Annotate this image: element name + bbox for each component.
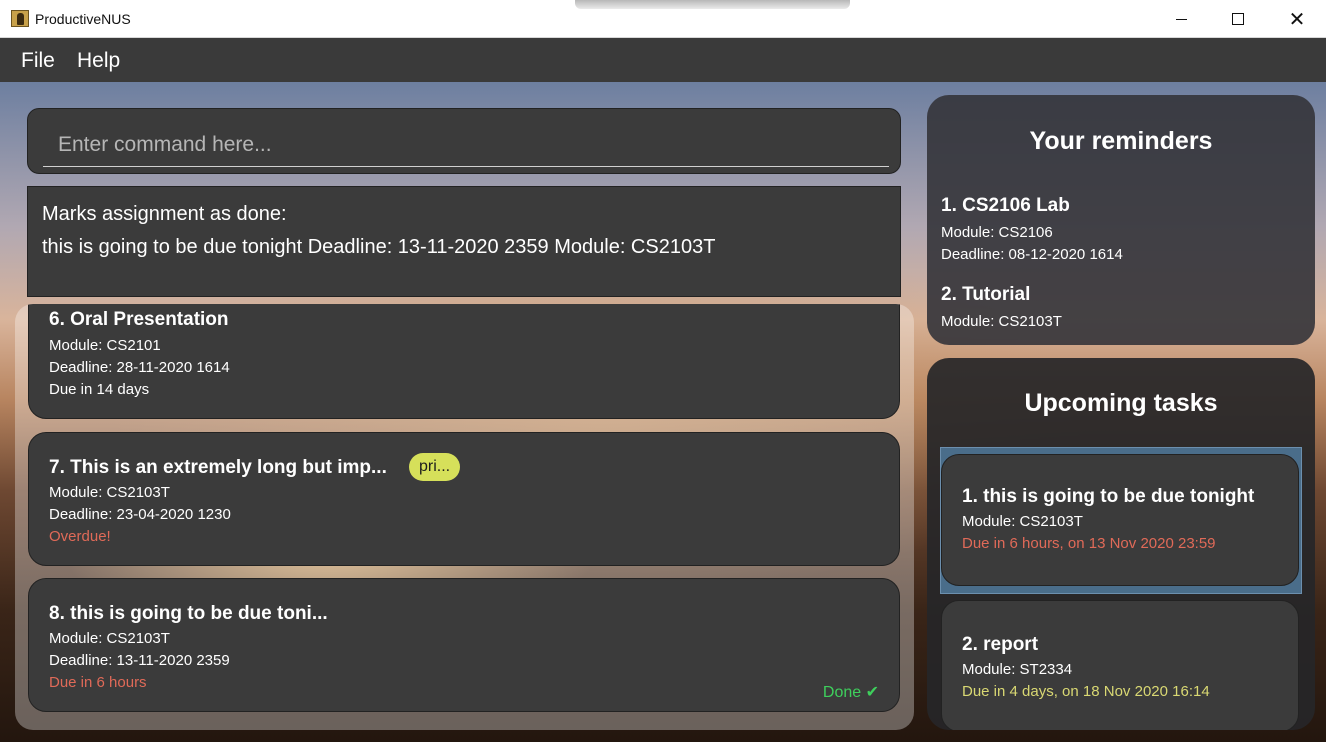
task-status: Due in 14 days xyxy=(49,381,150,398)
close-button[interactable]: ✕ xyxy=(1268,0,1326,38)
upcoming-task-module: Module: CS2103T xyxy=(962,513,1083,530)
task-card[interactable]: 6. Oral Presentation Module: CS2101 Dead… xyxy=(28,304,900,419)
reminder-deadline: Deadline: 08-12-2020 1614 xyxy=(941,246,1123,263)
menu-help[interactable]: Help xyxy=(77,49,120,73)
task-title: 6. Oral Presentation xyxy=(49,309,229,330)
window-shadow xyxy=(575,0,850,9)
maximize-icon xyxy=(1232,13,1244,25)
task-status: Overdue! xyxy=(49,528,111,545)
task-card[interactable]: 7. This is an extremely long but imp... … xyxy=(28,432,900,566)
app-icon xyxy=(11,10,29,27)
reminder-title: 2. Tutorial xyxy=(941,284,1031,305)
task-module: Module: CS2103T xyxy=(49,484,170,501)
task-deadline: Deadline: 13-11-2020 2359 xyxy=(49,652,230,669)
menu-file[interactable]: File xyxy=(21,49,55,73)
task-list: 6. Oral Presentation Module: CS2101 Dead… xyxy=(15,304,914,730)
maximize-button[interactable] xyxy=(1209,0,1267,38)
reminders-title: Your reminders xyxy=(1029,127,1213,155)
upcoming-tasks-panel: Upcoming tasks 1. this is going to be du… xyxy=(927,358,1315,730)
minimize-icon xyxy=(1175,18,1187,20)
upcoming-task-title: 1. this is going to be due tonight xyxy=(962,486,1255,507)
upcoming-task-due: Due in 4 days, on 18 Nov 2020 16:14 xyxy=(962,683,1210,700)
reminder-module: Module: CS2106 xyxy=(941,224,1053,241)
upcoming-card[interactable]: 1. this is going to be due tonight Modul… xyxy=(941,454,1299,586)
task-list-panel[interactable]: 6. Oral Presentation Module: CS2101 Dead… xyxy=(15,304,914,730)
command-input[interactable] xyxy=(43,123,889,167)
upcoming-title: Upcoming tasks xyxy=(1024,389,1218,417)
task-deadline: Deadline: 28-11-2020 1614 xyxy=(49,359,230,376)
reminders-panel: Your reminders 1. CS2106 Lab Module: CS2… xyxy=(927,95,1315,345)
title-bar: ProductiveNUS ✕ xyxy=(0,0,1326,38)
upcoming-card[interactable]: 2. report Module: ST2334 Due in 4 days, … xyxy=(941,600,1299,730)
task-title: 7. This is an extremely long but imp... xyxy=(49,457,387,478)
reminder-module: Module: CS2103T xyxy=(941,313,1062,330)
upcoming-task-module: Module: ST2334 xyxy=(962,661,1073,678)
task-status: Due in 6 hours xyxy=(49,674,147,691)
upcoming-task-due: Due in 6 hours, on 13 Nov 2020 23:59 xyxy=(962,535,1216,552)
upcoming-task-title: 2. report xyxy=(962,634,1039,655)
menu-bar: File Help xyxy=(0,38,1326,82)
close-icon: ✕ xyxy=(1288,7,1306,31)
task-deadline: Deadline: 23-04-2020 1230 xyxy=(49,506,231,523)
task-module: Module: CS2101 xyxy=(49,337,161,354)
done-indicator: Done ✔ xyxy=(822,684,879,701)
result-line: Marks assignment as done: xyxy=(42,203,287,225)
task-title: 8. this is going to be due toni... xyxy=(49,603,328,624)
reminder-title: 1. CS2106 Lab xyxy=(941,195,1070,216)
task-module: Module: CS2103T xyxy=(49,630,170,647)
window-title: ProductiveNUS xyxy=(35,11,131,27)
task-tag: pri... xyxy=(409,453,461,481)
minimize-button[interactable] xyxy=(1152,0,1210,38)
task-card[interactable]: 8. this is going to be due toni... Modul… xyxy=(28,578,900,712)
result-line: this is going to be due tonight Deadline… xyxy=(42,236,716,258)
command-box xyxy=(27,108,901,174)
result-display: Marks assignment as done: this is going … xyxy=(27,186,901,297)
